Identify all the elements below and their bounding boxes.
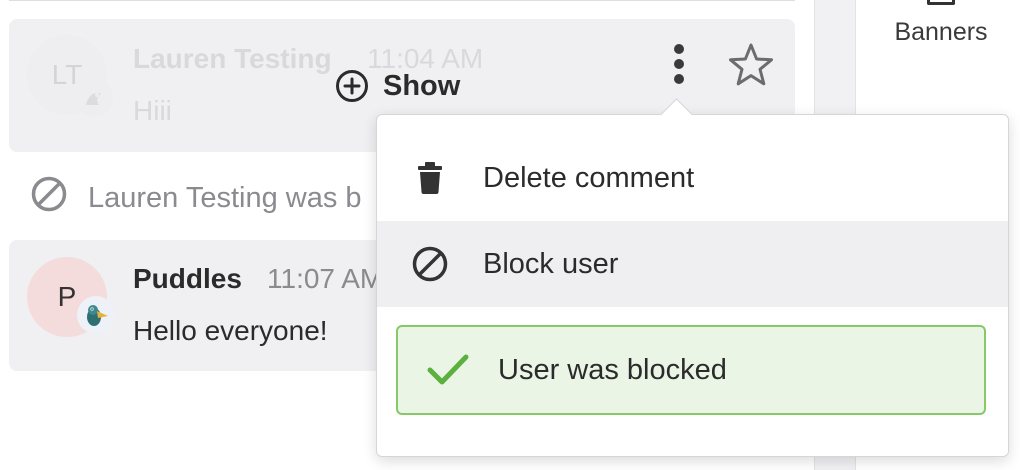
top-divider (9, 0, 795, 1)
comment-options-menu: Delete comment Block user User was block… (376, 114, 1009, 457)
block-user-label: Block user (483, 247, 619, 280)
show-comment-button[interactable]: Show (335, 69, 460, 103)
block-user-menu-item[interactable]: Block user (377, 221, 1008, 307)
banners-label: Banners (894, 18, 988, 46)
success-toast: User was blocked (396, 325, 986, 415)
duck-badge-icon (77, 296, 115, 334)
user-badge-icon (75, 79, 113, 117)
comment-author: Lauren Testing (133, 43, 332, 74)
comment-time: 11:07 AM (267, 263, 384, 294)
plus-circle-icon (335, 69, 369, 103)
avatar-initials: P (57, 281, 77, 312)
more-options-icon[interactable] (667, 44, 691, 88)
block-icon (377, 245, 483, 283)
star-icon[interactable] (727, 42, 775, 93)
banner-icon (927, 0, 955, 5)
checkmark-icon (398, 353, 498, 387)
toast-text: User was blocked (498, 353, 727, 386)
comment-body: Hiii (133, 95, 172, 126)
system-message-text: Lauren Testing was b (88, 181, 362, 214)
delete-comment-menu-item[interactable]: Delete comment (377, 135, 1008, 221)
show-label: Show (383, 69, 461, 102)
trash-icon (377, 162, 483, 194)
delete-comment-label: Delete comment (483, 161, 695, 194)
blocked-icon (30, 175, 68, 221)
system-message: Lauren Testing was b (30, 175, 362, 221)
banners-tab[interactable]: Banners (856, 0, 1020, 80)
comment-body: Hello everyone! (133, 315, 328, 346)
comment-author: Puddles (133, 263, 242, 294)
